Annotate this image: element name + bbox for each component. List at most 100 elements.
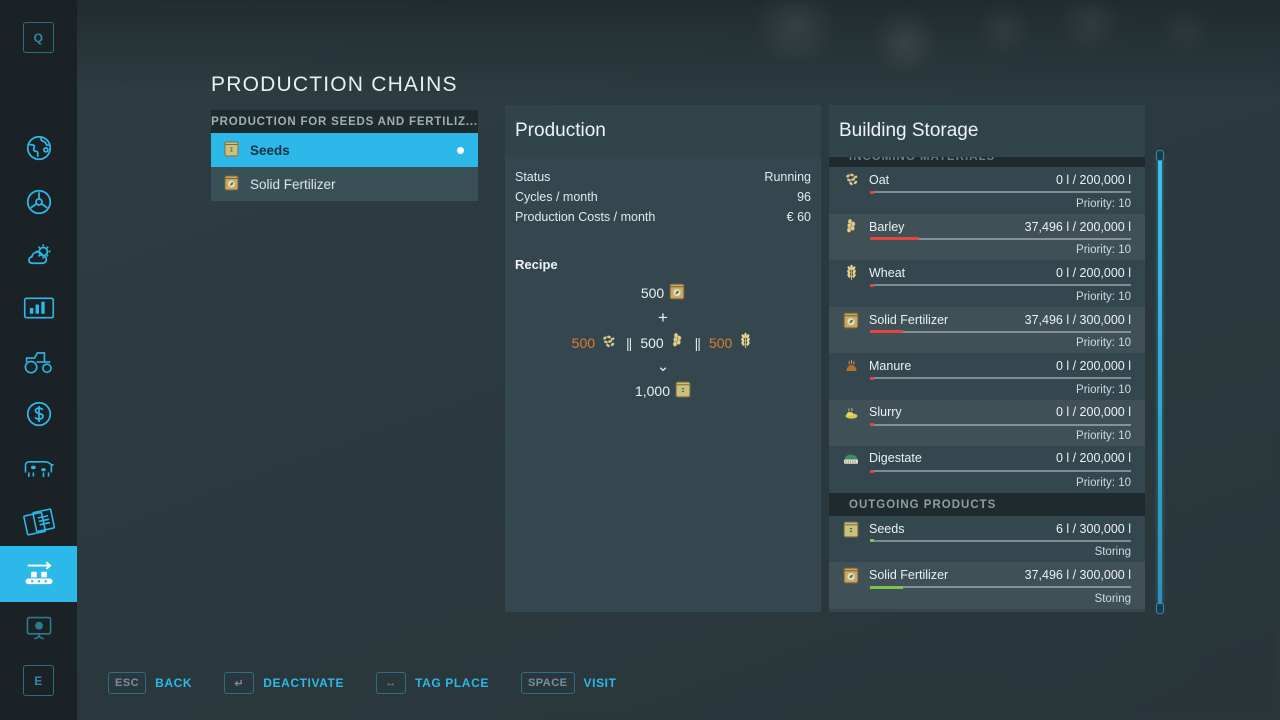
storage-row-oat[interactable]: Oat 0 l / 200,000 l Priority: 10 — [829, 167, 1145, 214]
recipe-plus-sign: + — [658, 308, 668, 327]
recipe-arrow-row: ⌄ — [505, 359, 821, 374]
storage-row-manure[interactable]: Manure 0 l / 200,000 l Priority: 10 — [829, 353, 1145, 400]
sidebar-item-garage[interactable] — [0, 334, 77, 390]
storage-section-incoming-materials: INCOMING MATERIALS — [829, 157, 1145, 167]
storage-item-amount: 0 l / 200,000 l — [1055, 172, 1131, 187]
recipe-alternative-oat: 500 — [572, 333, 617, 353]
storage-section-outgoing-products: OUTGOING PRODUCTS — [829, 492, 1145, 516]
sidebar-item-tutorial[interactable] — [0, 600, 77, 656]
storage-row-slurry[interactable]: Slurry 0 l / 200,000 l Priority: 10 — [829, 399, 1145, 446]
recipe-alt-amount: 500 — [571, 334, 596, 351]
dollar-icon — [24, 399, 54, 429]
oat-icon — [600, 333, 617, 353]
storage-row-barley[interactable]: Barley 37,496 l / 200,000 l Priority: 10 — [829, 213, 1145, 260]
tractor-icon — [22, 348, 56, 376]
recipe-diagram: 500 + 500 || 500 || 500 ⌄ 1,000 — [505, 282, 821, 401]
help-action-back[interactable]: ESC BACK — [108, 672, 192, 694]
storage-fill-bar — [870, 330, 1131, 333]
recipe-alternative-barley: 500 — [640, 332, 685, 353]
sidebar-item-map[interactable] — [0, 120, 77, 176]
presentation-icon — [24, 614, 54, 642]
production-list-item-solid-fertilizer[interactable]: Solid Fertilizer — [211, 167, 478, 201]
sidebar-next-tab-key-e[interactable]: E — [23, 665, 54, 696]
scrollbar-up-cap[interactable] — [1156, 150, 1164, 161]
help-label-deactivate: DEACTIVATE — [263, 676, 345, 690]
production-list-item-label: Seeds — [250, 142, 290, 158]
storage-scrollbar-thumb[interactable] — [1158, 152, 1162, 612]
production-chains-screen: Q E PRODUCTION CHAINS PRODUCTION FOR SEE… — [0, 0, 1280, 720]
weather-icon — [23, 239, 55, 269]
stat-label: Cycles / month — [515, 190, 598, 204]
sidebar-prev-tab-key-q[interactable]: Q — [23, 22, 54, 53]
storage-item-amount: 0 l / 200,000 l — [1055, 405, 1131, 419]
sidebar-item-statistics[interactable] — [0, 280, 77, 336]
storage-item-name: Seeds — [869, 521, 905, 536]
stat-value: 96 — [797, 190, 811, 204]
production-panel: Production Status Running Cycles / month… — [505, 105, 821, 612]
production-panel-header: Production — [505, 105, 821, 157]
stat-row-status: Status Running — [515, 167, 811, 187]
recipe-alternatives-row: 500 || 500 || 500 — [505, 332, 821, 353]
recipe-alt-amount: 500 — [640, 334, 664, 351]
production-icon — [21, 559, 57, 589]
oat-icon — [841, 171, 861, 188]
left-sidebar: Q E — [0, 0, 77, 720]
wheat-icon — [737, 332, 754, 353]
fertilizer-bag-icon — [669, 282, 685, 303]
storage-row-solid-fertilizer-outgoing[interactable]: Solid Fertilizer 37,496 l / 300,000 l St… — [829, 562, 1145, 609]
storage-item-amount: 0 l / 200,000 l — [1055, 266, 1131, 280]
scrollbar-down-cap[interactable] — [1156, 603, 1164, 614]
sidebar-item-contracts[interactable] — [0, 494, 77, 550]
stat-value: Running — [764, 170, 811, 184]
storage-scrollbar[interactable] — [1156, 150, 1164, 614]
contracts-icon — [22, 507, 56, 537]
storage-row-wheat[interactable]: Wheat 0 l / 200,000 l Priority: 10 — [829, 260, 1145, 307]
stat-label: Production Costs / month — [515, 210, 656, 224]
help-action-visit[interactable]: SPACE VISIT — [520, 672, 617, 694]
sidebar-item-vehicles[interactable] — [0, 174, 77, 230]
storage-item-name: Manure — [869, 358, 912, 373]
storage-item-amount: 37,496 l / 300,000 l — [1024, 568, 1131, 582]
storage-item-name: Wheat — [869, 266, 906, 280]
storage-fill-bar — [870, 469, 1131, 473]
storage-fill-level — [870, 237, 919, 240]
storage-row-seeds-outgoing[interactable]: Seeds 6 l / 300,000 l Storing — [829, 516, 1145, 563]
recipe-output-row: 1,000 — [505, 380, 821, 401]
slurry-icon — [841, 404, 861, 421]
storage-row-digestate[interactable]: Digestate 0 l / 200,000 l Priority: 10 — [829, 446, 1145, 493]
sidebar-item-animals[interactable] — [0, 440, 77, 496]
sidebar-item-production-chains[interactable] — [0, 546, 77, 602]
storage-item-priority: Priority: 10 — [1076, 337, 1131, 349]
storage-item-amount: 37,496 l / 200,000 l — [1024, 219, 1131, 234]
storage-fill-bar — [870, 237, 1131, 240]
help-label-back: BACK — [155, 676, 193, 690]
steering-wheel-icon — [24, 187, 54, 217]
recipe-alt-amount: 500 — [708, 334, 733, 351]
recipe-output-amount: 1,000 — [634, 382, 671, 399]
cow-icon — [21, 454, 57, 482]
storage-item-priority: Priority: 10 — [1076, 197, 1131, 210]
seeds-bag-icon — [841, 520, 861, 538]
sidebar-item-finances[interactable] — [0, 386, 77, 442]
wheat-icon — [841, 264, 861, 282]
help-action-tag-place[interactable]: ↔ TAG PLACE — [376, 672, 489, 694]
help-key-space: SPACE — [520, 672, 575, 694]
storage-fill-level — [870, 585, 903, 589]
storage-item-amount: 0 l / 200,000 l — [1055, 358, 1131, 373]
recipe-alternative-wheat: 500 — [709, 332, 754, 353]
help-key-enter: ↵ — [224, 672, 255, 694]
help-action-deactivate[interactable]: ↵ DEACTIVATE — [224, 672, 344, 694]
help-key-esc: ESC — [108, 672, 147, 694]
storage-item-name: Solid Fertilizer — [869, 312, 949, 327]
storage-row-solid-fertilizer-incoming[interactable]: Solid Fertilizer 37,496 l / 300,000 l Pr… — [829, 306, 1145, 353]
storage-list[interactable]: INCOMING MATERIALS Oat 0 l / 200,000 l P… — [829, 157, 1145, 612]
sidebar-item-weather[interactable] — [0, 226, 77, 282]
help-bar: ESC BACK ↵ DEACTIVATE ↔ TAG PLACE SPACE … — [108, 672, 649, 694]
production-stats: Status Running Cycles / month 96 Product… — [505, 157, 821, 227]
storage-item-name: Barley — [869, 219, 905, 234]
production-active-dot — [457, 146, 464, 154]
building-storage-panel: Building Storage INCOMING MATERIALS Oat … — [829, 105, 1145, 612]
help-key-arrows: ↔ — [376, 672, 407, 694]
production-list-item-seeds[interactable]: Seeds — [211, 133, 478, 167]
storage-fill-bar — [870, 376, 1131, 380]
